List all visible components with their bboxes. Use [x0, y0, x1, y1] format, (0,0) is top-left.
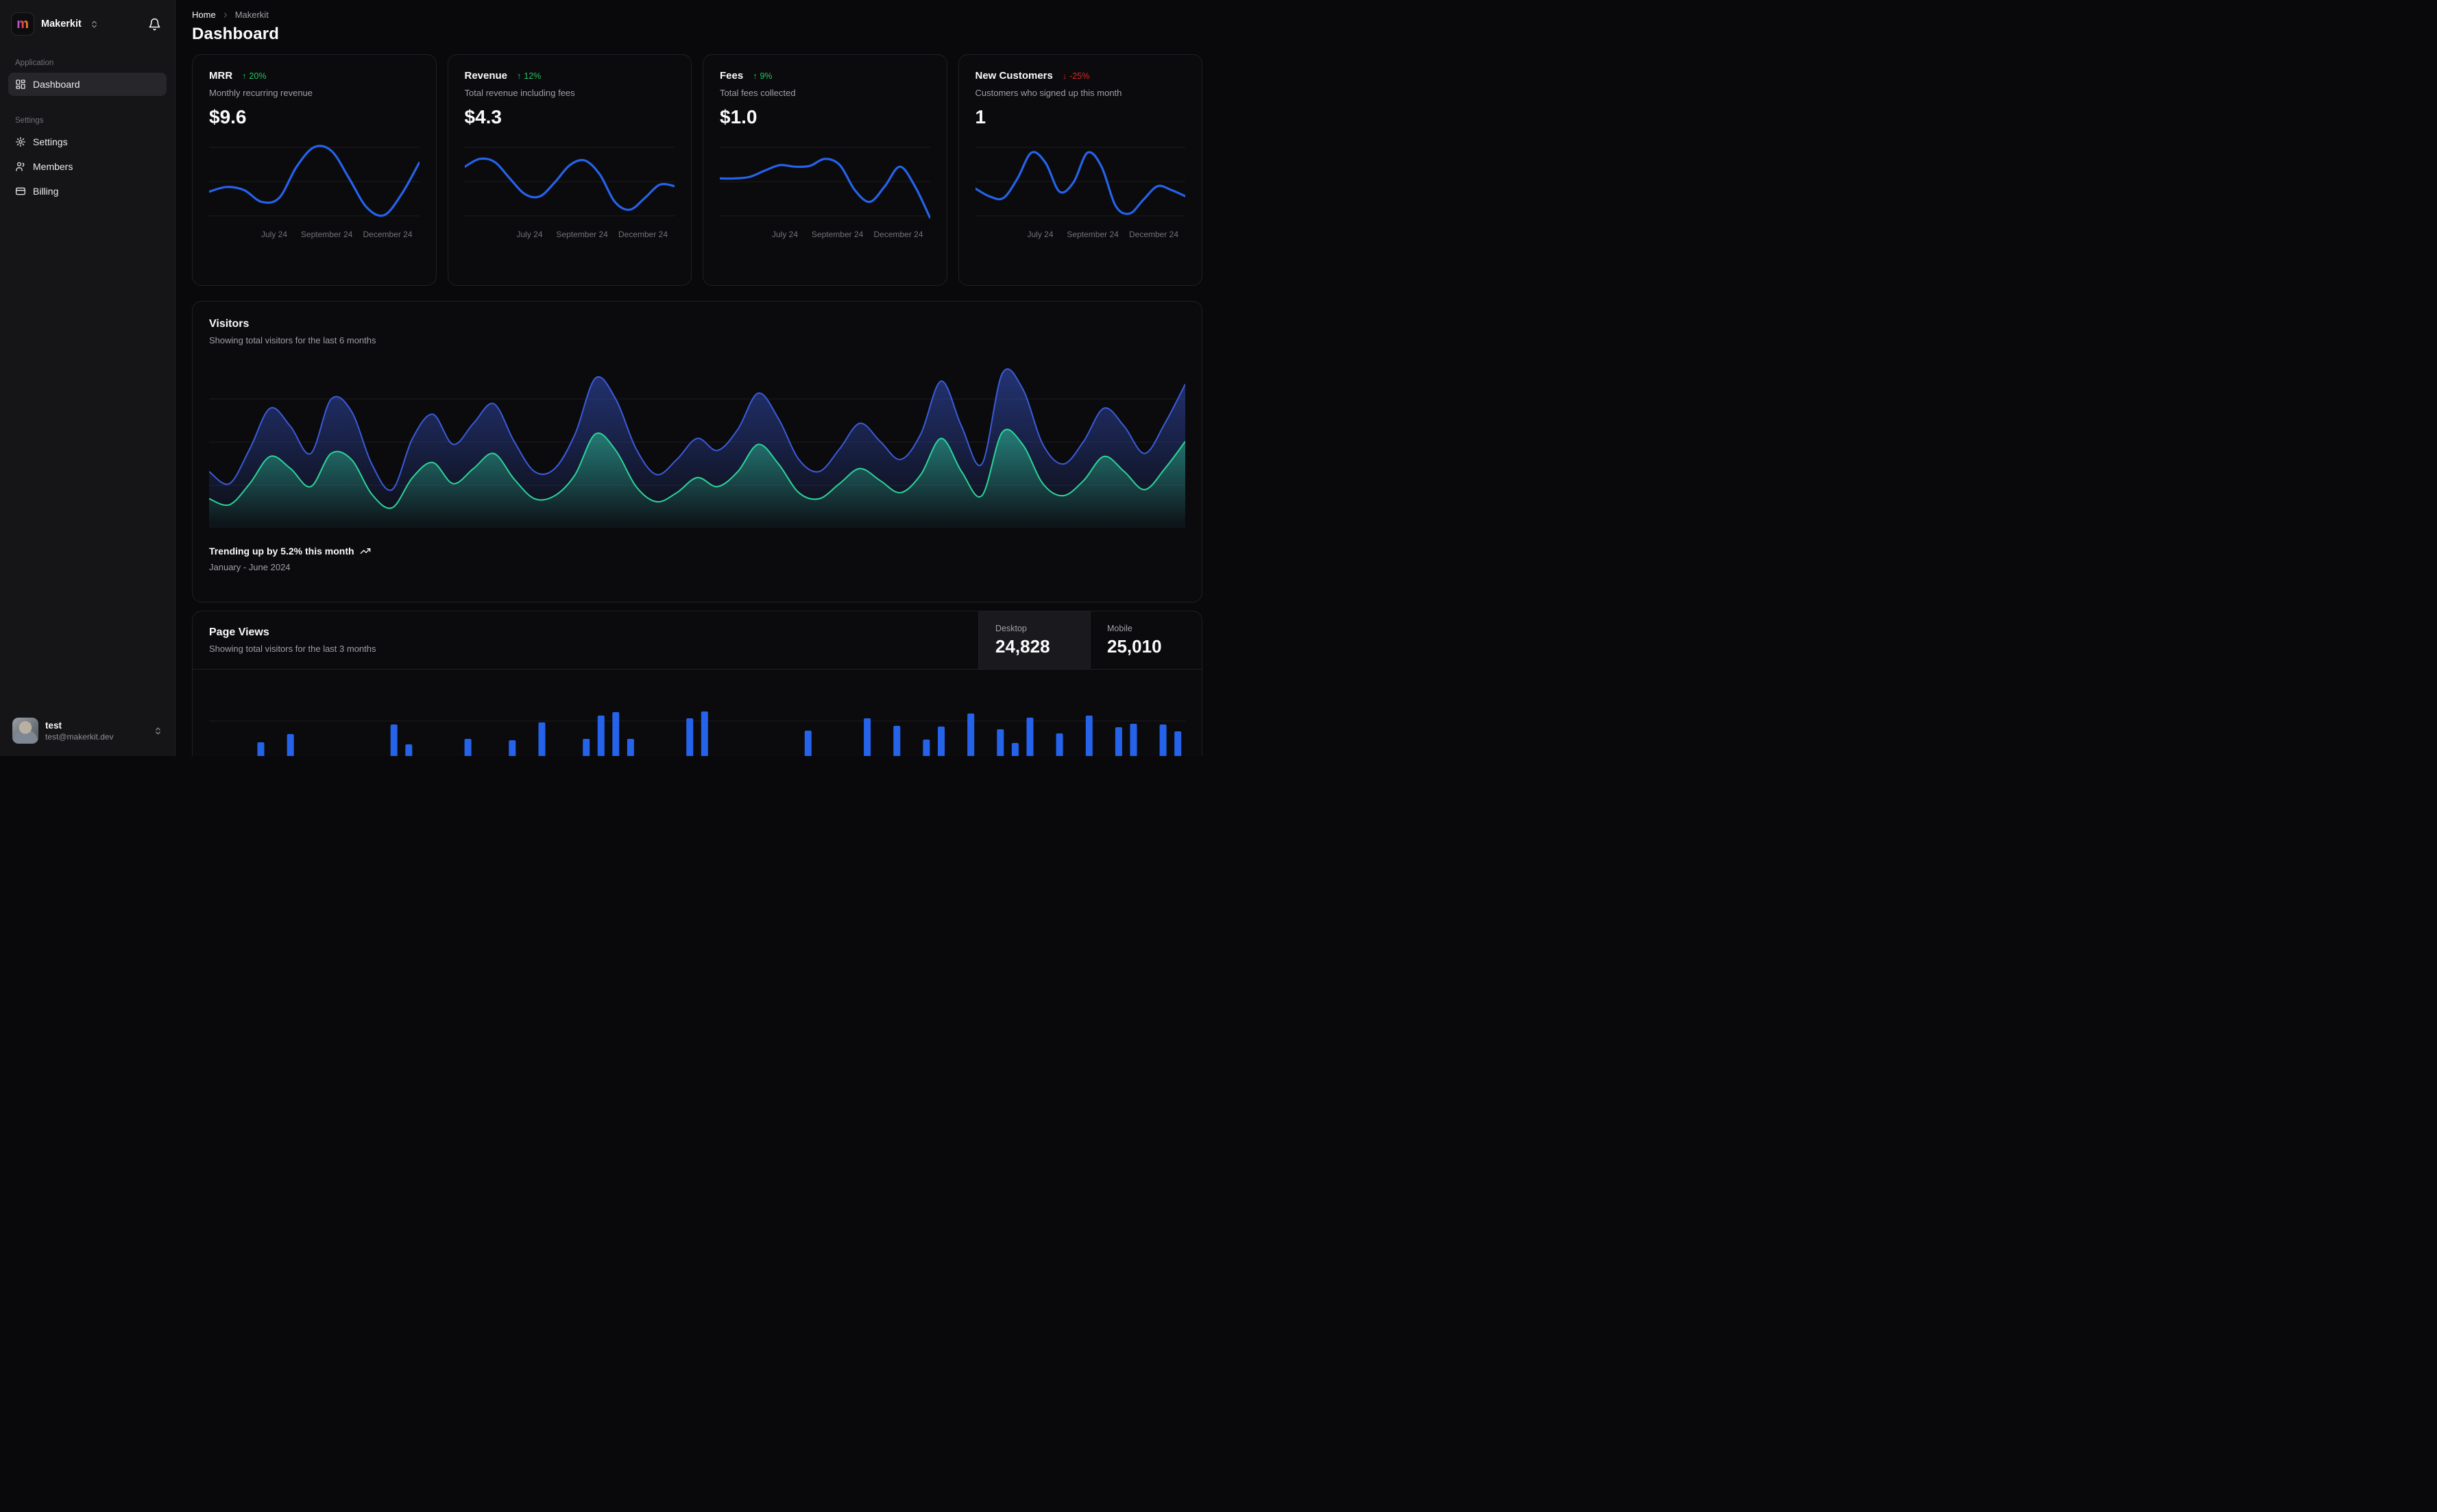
trend-badge: ↑ 20%: [242, 71, 267, 81]
visitors-trend-text: Trending up by 5.2% this month: [209, 546, 354, 557]
sidebar-item-dashboard[interactable]: Dashboard: [8, 73, 167, 96]
arrow-up-icon: ↑: [242, 71, 247, 81]
x-tick: July 24: [516, 230, 543, 239]
visitors-area-chart[interactable]: [209, 356, 1185, 528]
sidebar-item-label: Billing: [33, 186, 59, 197]
account-menu[interactable]: test test@makerkit.dev: [8, 714, 167, 748]
sidebar-item-label: Settings: [33, 136, 68, 147]
sparkline-x-axis: July 24 September 24 December 24: [465, 230, 675, 241]
nav-section-application: Application: [15, 59, 54, 67]
makerkit-logo: m: [11, 12, 34, 36]
stat-title: Fees: [720, 70, 744, 82]
x-tick: September 24: [811, 230, 864, 239]
sparkline-x-axis: July 24 September 24 December 24: [209, 230, 420, 241]
user-email: test@makerkit.dev: [45, 731, 114, 742]
nav-section-settings: Settings: [15, 117, 44, 125]
arrow-up-icon: ↑: [517, 71, 522, 81]
sidebar-item-billing[interactable]: Billing: [8, 180, 167, 203]
x-tick: July 24: [771, 230, 799, 239]
sidebar-item-settings[interactable]: Settings: [8, 130, 167, 154]
workspace-name: Makerkit: [41, 19, 82, 29]
breadcrumb-home-link[interactable]: Home: [192, 10, 216, 20]
chevron-right-icon: [221, 11, 230, 19]
x-tick: September 24: [1067, 230, 1119, 239]
desktop-label: Desktop: [995, 623, 1027, 633]
dashboard-icon: [15, 79, 26, 90]
new-customers-sparkline-chart[interactable]: [975, 138, 1185, 225]
trending-up-icon: [360, 546, 371, 557]
sidebar-item-label: Members: [33, 161, 73, 172]
x-tick: December 24: [363, 230, 413, 239]
stat-value: $9.6: [209, 106, 247, 127]
stat-title: MRR: [209, 70, 233, 82]
stat-card-new-customers: New Customers ↓ -25% Customers who signed…: [958, 54, 1202, 286]
arrow-up-icon: ↑: [753, 71, 757, 81]
trend-badge: ↑ 9%: [753, 71, 773, 81]
visitors-title: Visitors: [209, 318, 250, 330]
page-views-bar-chart[interactable]: [193, 670, 1202, 756]
revenue-sparkline-chart[interactable]: [464, 138, 675, 225]
stat-description: Monthly recurring revenue: [209, 88, 313, 98]
sidebar-item-members[interactable]: Members: [8, 155, 167, 178]
chevrons-up-down-icon: [154, 727, 162, 735]
notifications-bell-icon[interactable]: [145, 15, 164, 34]
avatar: [12, 718, 38, 744]
stat-value: $1.0: [720, 106, 757, 127]
gear-icon: [15, 136, 26, 147]
page-views-card: Page Views Showing total visitors for th…: [192, 611, 1202, 756]
trend-badge: ↓ -25%: [1062, 71, 1090, 81]
page-views-title: Page Views: [209, 626, 269, 638]
stat-cards-row: MRR ↑ 20% Monthly recurring revenue $9.6 …: [192, 54, 1202, 286]
user-name: test: [45, 720, 62, 731]
chevrons-up-down-icon: [90, 20, 99, 29]
mobile-toggle-button[interactable]: Mobile 25,010: [1090, 611, 1202, 669]
x-tick: December 24: [618, 230, 668, 239]
sidebar-item-label: Dashboard: [33, 79, 80, 90]
mobile-label: Mobile: [1107, 623, 1132, 633]
page-views-toggle-group: Desktop 24,828 Mobile 25,010: [978, 611, 1202, 669]
desktop-value: 24,828: [995, 635, 1050, 657]
visitors-card: Visitors Showing total visitors for the …: [192, 301, 1202, 602]
page-title: Dashboard: [192, 25, 280, 43]
stat-card-mrr: MRR ↑ 20% Monthly recurring revenue $9.6 …: [192, 54, 437, 286]
stat-title: Revenue: [464, 70, 508, 82]
visitors-subtitle: Showing total visitors for the last 6 mo…: [209, 335, 376, 345]
page-views-subtitle: Showing total visitors for the last 3 mo…: [209, 644, 376, 654]
stat-description: Total revenue including fees: [464, 88, 575, 98]
stat-card-fees: Fees ↑ 9% Total fees collected $1.0 July …: [703, 54, 947, 286]
credit-card-icon: [15, 186, 26, 197]
visitors-date-range: January - June 2024: [209, 562, 291, 572]
x-tick: December 24: [1128, 230, 1179, 239]
stat-description: Customers who signed up this month: [975, 88, 1122, 98]
users-icon: [15, 161, 26, 172]
stat-description: Total fees collected: [720, 88, 796, 98]
trend-badge: ↑ 12%: [517, 71, 542, 81]
stat-value: 1: [975, 106, 986, 127]
sidebar-nav: Application Dashboard Settings Settings: [8, 59, 167, 714]
stat-value: $4.3: [464, 106, 502, 127]
desktop-toggle-button[interactable]: Desktop 24,828: [978, 611, 1090, 669]
breadcrumb: Home Makerkit: [192, 10, 1202, 20]
fees-sparkline-chart[interactable]: [720, 138, 930, 225]
arrow-down-icon: ↓: [1062, 71, 1067, 81]
x-tick: July 24: [260, 230, 288, 239]
breadcrumb-current: Makerkit: [234, 10, 269, 20]
main-content: Home Makerkit Dashboard MRR ↑ 20% Monthly…: [175, 0, 1219, 756]
stat-card-revenue: Revenue ↑ 12% Total revenue including fee…: [447, 54, 692, 286]
workspace-switcher[interactable]: m Makerkit: [8, 8, 167, 40]
x-tick: September 24: [556, 230, 608, 239]
x-tick: December 24: [873, 230, 923, 239]
stat-title: New Customers: [975, 70, 1053, 82]
sparkline-x-axis: July 24 September 24 December 24: [720, 230, 930, 241]
mobile-value: 25,010: [1107, 635, 1162, 657]
x-tick: July 24: [1027, 230, 1054, 239]
sparkline-x-axis: July 24 September 24 December 24: [975, 230, 1186, 241]
x-tick: September 24: [300, 230, 353, 239]
mrr-sparkline-chart[interactable]: [209, 138, 420, 225]
sidebar: m Makerkit Application Dashboard Setting…: [0, 0, 175, 756]
